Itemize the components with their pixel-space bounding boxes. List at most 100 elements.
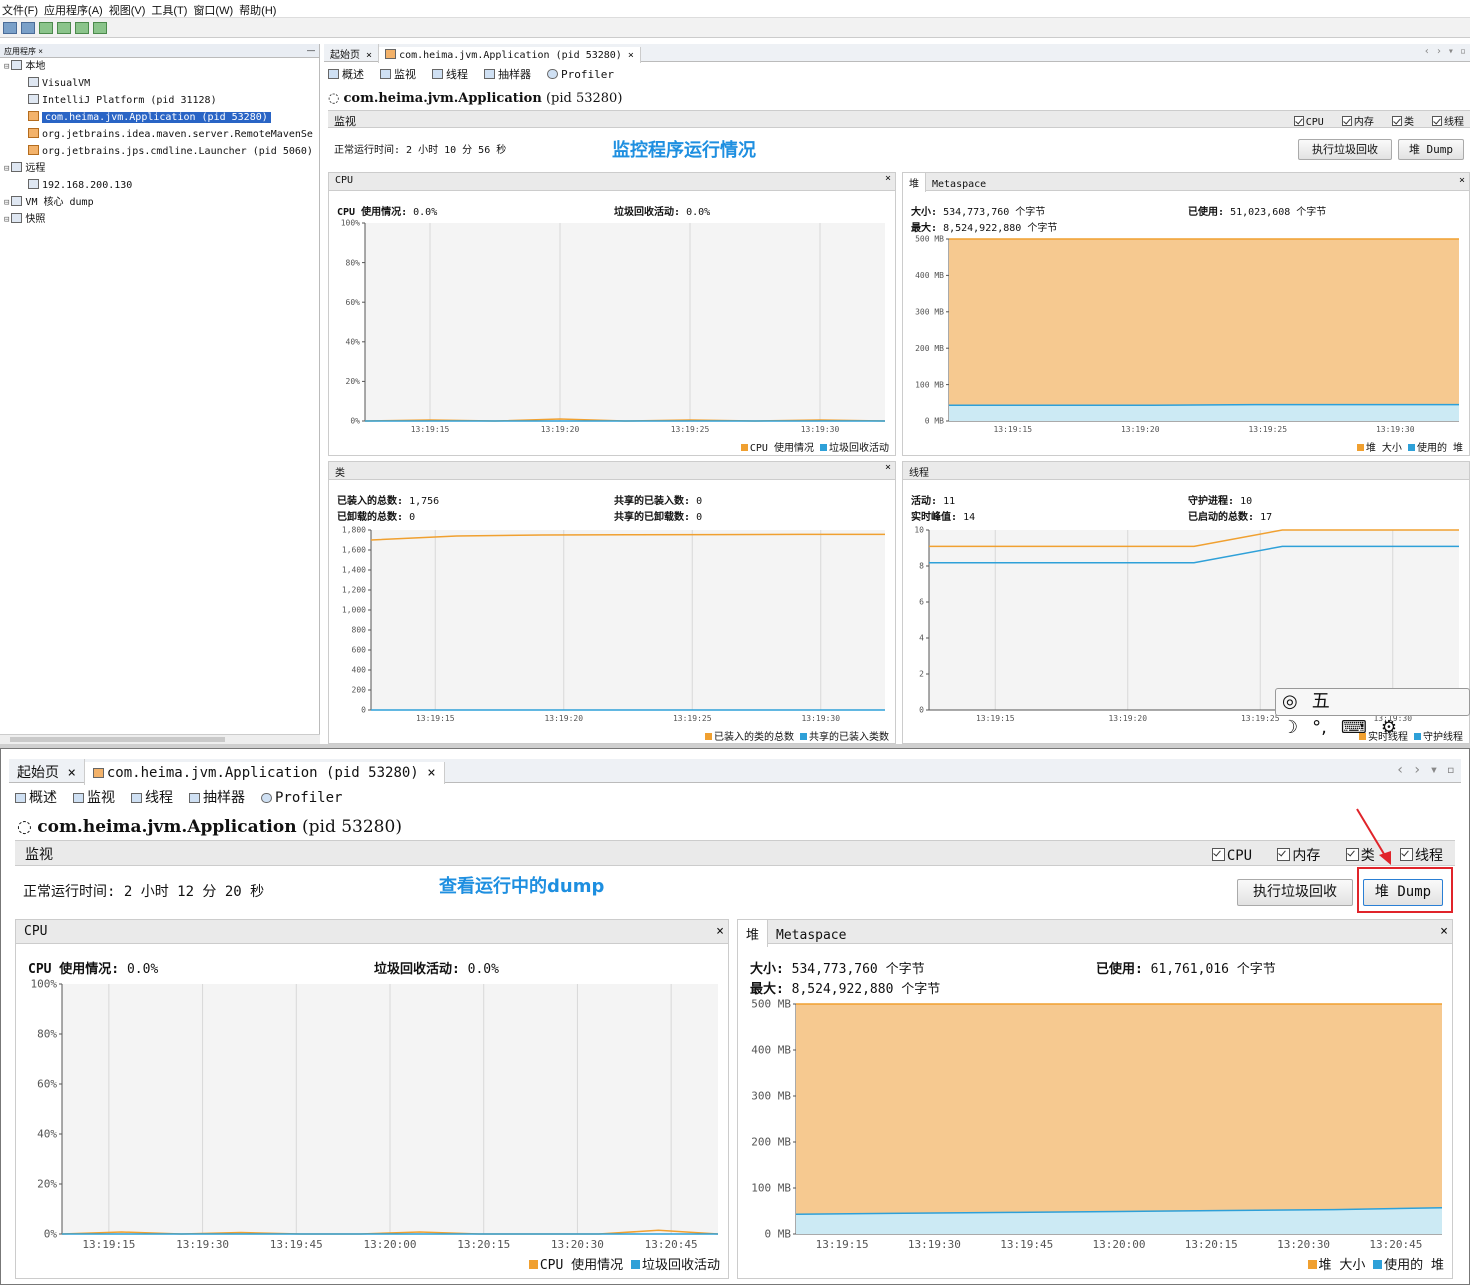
tree-item[interactable]: ⊟ 本地 xyxy=(0,58,319,75)
tab-nav-icon[interactable]: ‹ › ▾ ▫ xyxy=(1396,762,1455,778)
x-tick-label: 13:19:30 xyxy=(801,714,840,723)
app-title-zoomed: ◌ com.heima.jvm.Application (pid 53280) xyxy=(17,817,402,837)
close-icon[interactable]: × xyxy=(716,924,724,939)
close-icon[interactable]: × xyxy=(1440,924,1448,939)
checkbox-memory[interactable]: 内存 xyxy=(1341,116,1374,128)
heap-panel-header: 堆 Metaspace × xyxy=(738,920,1452,947)
subtab-threads[interactable]: 线程 xyxy=(432,66,476,82)
expand-icon[interactable]: ⊟ xyxy=(4,215,9,225)
heap-dump-button[interactable]: 堆 Dump xyxy=(1363,879,1443,906)
classes-chart: 13:19:15 13:19:20 13:19:25 13:19:30 1,800 1,6… xyxy=(342,526,885,723)
subtab-profiler[interactable]: Profiler xyxy=(261,790,350,806)
checkbox-threads[interactable]: 线程 xyxy=(1432,116,1464,128)
annotation-dump: 查看运行中的dump xyxy=(439,876,605,897)
tree-item[interactable]: IntelliJ Platform (pid 31128) xyxy=(0,92,319,109)
cpu-chart: 13:19:15 13:19:30 13:19:45 13:20:00 13:20:15… xyxy=(31,978,719,1251)
subtab-sampler[interactable]: 抽样器 xyxy=(189,787,253,807)
sidebar-minimize-button[interactable]: — xyxy=(307,46,315,55)
threads-icon xyxy=(432,69,443,79)
ime-logo-icon[interactable]: ◎ xyxy=(1282,691,1298,712)
open-icon[interactable] xyxy=(3,22,17,34)
y-tick-label: 1,200 xyxy=(342,586,366,595)
chart-checkboxes: CPU 内存 类 线程 xyxy=(1293,113,1464,128)
tree-item[interactable]: VisualVM xyxy=(0,75,319,92)
app-title-pid: (pid 53280) xyxy=(302,817,402,837)
subtab-monitor[interactable]: 监视 xyxy=(73,787,123,807)
subtab-threads[interactable]: 线程 xyxy=(131,787,181,807)
series-area xyxy=(796,1004,1442,1234)
compare-icon[interactable] xyxy=(93,22,107,34)
menu-file[interactable]: 文件(F) xyxy=(0,0,42,18)
heap-size-stat: 大小: 534,773,760 个字节 xyxy=(911,207,1046,218)
gc-button[interactable]: 执行垃圾回收 xyxy=(1298,139,1392,160)
heap-dump-button[interactable]: 堆 Dump xyxy=(1398,139,1464,160)
subtab-overview[interactable]: 概述 xyxy=(328,66,372,82)
tab-close-icon[interactable]: × xyxy=(427,765,435,781)
subtab-sampler[interactable]: 抽样器 xyxy=(484,66,539,82)
close-icon[interactable]: × xyxy=(885,173,891,184)
expand-icon[interactable]: ⊟ xyxy=(4,164,9,174)
y-tick-label: 60% xyxy=(37,1078,57,1091)
tree-item[interactable]: 192.168.200.130 xyxy=(0,177,319,194)
expand-icon[interactable]: ⊟ xyxy=(4,198,9,208)
snapshot-icon xyxy=(11,213,23,223)
subtab-profiler[interactable]: Profiler xyxy=(547,68,622,81)
tab-nav-icon[interactable]: ‹ › ▾ ▫ xyxy=(1424,46,1466,57)
tab-heap[interactable]: 堆 xyxy=(903,173,926,192)
checkbox-memory[interactable]: 内存 xyxy=(1277,848,1320,864)
tab-close-icon[interactable]: × xyxy=(628,50,634,61)
tab-close-icon[interactable]: × xyxy=(67,765,75,781)
menu-window[interactable]: 窗口(W) xyxy=(191,0,237,18)
menu-tools[interactable]: 工具(T) xyxy=(149,0,191,18)
menu-view[interactable]: 视图(V) xyxy=(107,0,150,18)
close-icon[interactable]: × xyxy=(885,462,891,473)
sidebar-tab[interactable]: 应用程序 × — xyxy=(0,44,319,58)
tab-start-page[interactable]: 起始页 × xyxy=(324,44,380,63)
save-icon[interactable] xyxy=(21,22,35,34)
tree-item[interactable]: org.jetbrains.jps.cmdline.Launcher (pid … xyxy=(0,143,319,160)
checkbox-cpu[interactable]: CPU xyxy=(1211,848,1252,864)
keyboard-icon[interactable]: ⌨ xyxy=(1341,717,1367,738)
host-icon xyxy=(28,179,39,189)
checkbox-classes[interactable]: 类 xyxy=(1391,116,1414,128)
checkbox-threads[interactable]: 线程 xyxy=(1400,848,1443,864)
checkbox-cpu[interactable]: CPU xyxy=(1293,116,1324,128)
subtab-overview-label: 概述 xyxy=(29,790,57,806)
ime-mode[interactable]: 五 xyxy=(1312,691,1330,712)
expand-icon[interactable]: ⊟ xyxy=(4,62,9,72)
tree-item[interactable]: org.jetbrains.idea.maven.server.RemoteMa… xyxy=(0,126,319,143)
tree-item[interactable]: ⊟ 快照 xyxy=(0,211,319,228)
tab-application[interactable]: com.heima.jvm.Application (pid 53280) × xyxy=(84,762,445,784)
menu-help[interactable]: 帮助(H) xyxy=(237,0,280,18)
tab-heap[interactable]: 堆 xyxy=(738,920,769,947)
subtab-monitor[interactable]: 监视 xyxy=(380,66,424,82)
tree-item[interactable]: com.heima.jvm.Application (pid 53280) xyxy=(0,109,319,126)
subtab-overview[interactable]: 概述 xyxy=(15,787,65,807)
gc-button[interactable]: 执行垃圾回收 xyxy=(1237,879,1353,906)
gear-icon[interactable]: ⚙ xyxy=(1381,717,1397,738)
x-tick-label: 13:19:30 xyxy=(801,425,840,434)
monitor-label: 监视 xyxy=(334,115,356,128)
tab-close-icon[interactable]: × xyxy=(366,50,372,61)
tree-item[interactable]: ⊟ 远程 xyxy=(0,160,319,177)
add-snapshot-icon[interactable] xyxy=(75,22,89,34)
menu-applications[interactable]: 应用程序(A) xyxy=(42,0,107,18)
sidebar-hscrollbar[interactable] xyxy=(0,734,320,744)
tab-metaspace[interactable]: Metaspace xyxy=(768,924,854,947)
y-tick-label: 0 MB xyxy=(925,417,944,426)
tab-metaspace[interactable]: Metaspace xyxy=(926,177,992,192)
x-tick-label: 13:20:30 xyxy=(551,1238,604,1251)
punctuation-icon[interactable]: °, xyxy=(1312,717,1327,738)
tab-application[interactable]: com.heima.jvm.Application (pid 53280) × xyxy=(379,47,641,63)
visualvm-icon xyxy=(28,77,39,87)
cpu-usage-stat: CPU 使用情况: 0.0% xyxy=(337,207,438,218)
tab-start-page[interactable]: 起始页 × xyxy=(9,759,85,785)
tree-item[interactable]: ⊟ VM 核心 dump xyxy=(0,194,319,211)
add-jmx-icon[interactable] xyxy=(39,22,53,34)
threads-daemon-stat: 守护进程: 10 xyxy=(1188,496,1253,507)
y-tick-label: 0 xyxy=(361,706,366,715)
moon-icon[interactable]: ☽ xyxy=(1282,717,1298,738)
close-icon[interactable]: × xyxy=(1459,175,1465,186)
sidebar-tab-close[interactable]: × xyxy=(38,47,43,56)
add-remote-icon[interactable] xyxy=(57,22,71,34)
